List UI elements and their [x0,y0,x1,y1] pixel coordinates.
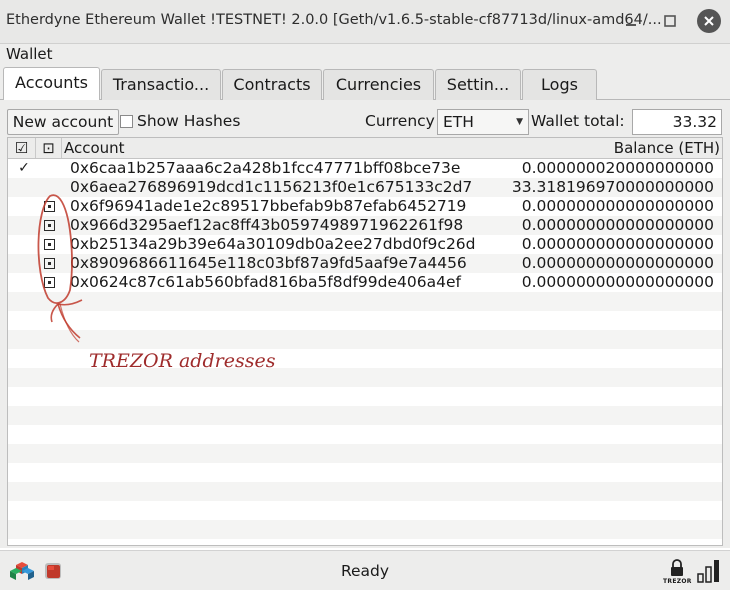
annotation-label: TREZOR addresses [89,350,276,372]
annotation-circle-arrow [37,194,83,343]
status-bar: Ready TREZOR [0,550,730,590]
status-text: Ready [340,562,390,580]
trezor-label: TREZOR [663,578,692,585]
trezor-lock-icon [671,559,683,576]
signal-bars-icon [697,560,719,583]
